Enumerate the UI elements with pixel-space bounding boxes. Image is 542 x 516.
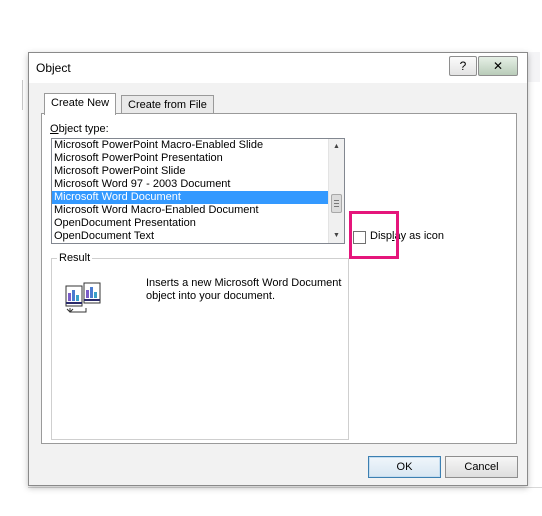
- annotation-highlight-box: [349, 211, 399, 259]
- list-item[interactable]: Microsoft PowerPoint Presentation: [52, 152, 329, 165]
- list-item[interactable]: Microsoft Word Macro-Enabled Document: [52, 204, 329, 217]
- scroll-up-arrow-icon[interactable]: ▲: [329, 139, 344, 154]
- tab-create-new[interactable]: Create New: [44, 93, 117, 115]
- tab-create-from-file[interactable]: Create from File: [121, 95, 214, 114]
- vertical-scrollbar[interactable]: ▲ ▼: [328, 139, 344, 243]
- result-group: Result Inserts a new Microsoft Word Docu…: [51, 252, 349, 440]
- dialog-title: Object: [36, 61, 71, 75]
- list-item[interactable]: Microsoft PowerPoint Macro-Enabled Slide: [52, 139, 329, 152]
- scroll-down-arrow-icon[interactable]: ▼: [329, 228, 344, 243]
- dialog-titlebar[interactable]: Object ? ✕: [29, 53, 527, 83]
- help-button[interactable]: ?: [449, 56, 477, 76]
- background-divider: [28, 487, 542, 488]
- cancel-button[interactable]: Cancel: [445, 456, 518, 478]
- background-divider: [22, 80, 23, 110]
- close-icon: ✕: [492, 59, 504, 73]
- dialog-body: Create New Create from File Object type:…: [36, 83, 520, 478]
- list-item[interactable]: Microsoft PowerPoint Slide: [52, 165, 329, 178]
- result-label: Result: [57, 252, 93, 264]
- object-dialog: Object ? ✕ Create New Create from File O…: [28, 52, 528, 486]
- grip-line: [334, 206, 339, 207]
- list-item[interactable]: Microsoft Word 97 - 2003 Document: [52, 178, 329, 191]
- object-type-items: Microsoft PowerPoint Macro-Enabled Slide…: [52, 139, 329, 243]
- word-document-object-icon: [64, 281, 102, 315]
- list-item[interactable]: OpenDocument Presentation: [52, 217, 329, 230]
- result-description: Inserts a new Microsoft Word Document ob…: [146, 277, 342, 302]
- list-item[interactable]: OpenDocument Text: [52, 230, 329, 243]
- close-button[interactable]: ✕: [478, 56, 518, 76]
- ok-button[interactable]: OK: [368, 456, 441, 478]
- list-item[interactable]: Microsoft Word Document: [52, 191, 329, 204]
- question-icon: ?: [459, 59, 467, 73]
- scroll-thumb[interactable]: [331, 194, 342, 213]
- grip-line: [334, 203, 339, 204]
- tab-panel-create-new: Object type: Microsoft PowerPoint Macro-…: [41, 113, 517, 444]
- object-type-listbox[interactable]: Microsoft PowerPoint Macro-Enabled Slide…: [51, 138, 345, 244]
- grip-line: [334, 200, 339, 201]
- object-type-label: Object type:: [50, 123, 109, 135]
